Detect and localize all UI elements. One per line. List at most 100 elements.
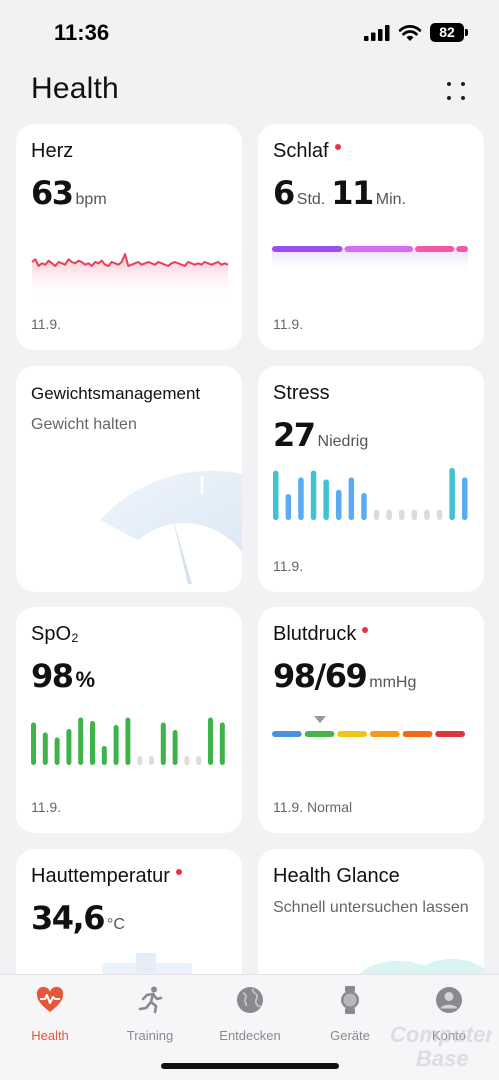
card-stress[interactable]: Stress 27 Niedrig 11.9.	[258, 366, 484, 592]
spo2-bar	[31, 722, 36, 765]
spo2-bar	[113, 725, 119, 765]
stress-bar-chart	[273, 468, 468, 520]
card-date: 11.9.	[273, 316, 304, 332]
stress-bar	[424, 509, 430, 520]
card-gewicht[interactable]: Gewichtsmanagement Gewicht halten	[16, 366, 242, 592]
bp-scale-segment	[370, 731, 400, 737]
card-date: 11.9.	[31, 799, 62, 815]
spo2-bar	[125, 717, 131, 765]
spo2-bar	[160, 722, 166, 765]
card-title: SpO₂	[31, 623, 79, 645]
card-health-glance[interactable]: Health Glance Schnell untersuchen lassen	[258, 849, 484, 989]
stress-bar	[436, 509, 443, 520]
stress-bar	[273, 470, 279, 520]
stress-bar	[298, 477, 304, 520]
spo2-bar	[184, 756, 190, 765]
sleep-segment	[344, 246, 414, 252]
minutes-number: 11	[331, 174, 374, 212]
value-number: 27	[273, 416, 316, 454]
value-unit: bpm	[75, 191, 107, 208]
nav-tab-geraete[interactable]: Geräte	[300, 985, 400, 1043]
nav-label: Health	[31, 1028, 69, 1043]
stress-bar	[336, 489, 342, 520]
stress-bar	[373, 509, 380, 520]
card-blutdruck[interactable]: Blutdruck 98/69 mmHg 11.9. Normal	[258, 607, 484, 833]
bp-scale-segment	[402, 731, 433, 737]
new-indicator-dot	[175, 868, 182, 875]
sleep-phase-chart	[272, 246, 468, 274]
heart-rate-value: 63 bpm	[31, 174, 113, 212]
sleep-duration-value: 6 Std. 11 Min.	[273, 174, 412, 212]
nav-label: Entdecken	[219, 1028, 281, 1043]
battery-tip	[465, 29, 468, 36]
card-schlaf[interactable]: Schlaf 6 Std. 11 Min. 11.9.	[258, 124, 484, 350]
nav-label: Training	[126, 1028, 174, 1043]
spo2-bar	[149, 756, 154, 765]
title-text: Schlaf	[273, 140, 329, 162]
stress-bar	[386, 509, 392, 520]
value-number: 63	[31, 174, 74, 212]
cellular-signal-icon	[364, 25, 390, 41]
spo2-bar	[196, 756, 202, 765]
stress-bar	[285, 494, 292, 520]
sleep-segment	[456, 246, 468, 252]
watch-icon	[341, 986, 359, 1014]
card-spo2[interactable]: SpO₂ 98% 11.9.	[16, 607, 242, 833]
card-hauttemperatur[interactable]: Hauttemperatur 34,6 °C	[16, 849, 242, 989]
card-title: Gewichtsmanagement	[31, 384, 201, 403]
status-text: Normal	[307, 799, 353, 815]
blood-pressure-value: 98/69 mmHg	[273, 657, 422, 695]
title-text: Hauttemperatur	[31, 865, 170, 887]
blood-pressure-scale	[272, 716, 465, 737]
spo2-bar	[137, 756, 143, 765]
weight-gauge-graphic	[100, 470, 242, 584]
battery-level: 82	[439, 24, 455, 40]
card-herz[interactable]: Herz 63 bpm 11.9.	[16, 124, 242, 350]
nav-tab-health[interactable]: Health	[0, 985, 100, 1043]
skin-temp-value: 34,6 °C	[31, 899, 131, 937]
stress-bar	[348, 477, 355, 520]
watermark-line-2: Base	[416, 1046, 469, 1071]
spo2-bar	[172, 730, 178, 765]
card-date: 11.9.	[273, 558, 304, 574]
card-title: Herz	[31, 140, 74, 162]
person-icon	[436, 987, 462, 1013]
heart-pulse-icon	[36, 986, 64, 1012]
nav-tab-entdecken[interactable]: Entdecken	[200, 985, 300, 1043]
date-text: 11.9.	[273, 799, 304, 815]
stress-bar	[449, 468, 455, 520]
bp-scale-segment	[337, 731, 367, 737]
card-date-status: 11.9. Normal	[273, 799, 352, 815]
grid-dots-icon[interactable]	[443, 78, 471, 104]
running-person-icon	[138, 986, 163, 1014]
sleep-segment	[272, 246, 343, 252]
bp-scale-segment	[304, 731, 335, 737]
home-indicator	[161, 1063, 339, 1069]
stress-bar	[323, 479, 329, 520]
spo2-bar	[208, 717, 213, 765]
globe-icon	[237, 987, 263, 1013]
card-title: Hauttemperatur	[31, 865, 182, 888]
spo2-bar	[42, 732, 48, 765]
watermark-line-1: Computer	[390, 1022, 492, 1047]
battery-icon: 82	[430, 23, 464, 42]
spo2-bar	[54, 737, 60, 765]
card-subtitle: Schnell untersuchen lassen	[273, 899, 469, 916]
heart-rate-chart	[31, 253, 229, 300]
card-title: Stress	[273, 382, 330, 404]
nav-label: Geräte	[330, 1028, 370, 1043]
stress-value: 27 Niedrig	[273, 416, 374, 454]
hours-number: 6	[273, 174, 295, 212]
stress-bar	[310, 470, 317, 520]
card-date: 11.9.	[31, 316, 62, 332]
status-time: 11:36	[54, 20, 110, 45]
new-indicator-dot	[362, 626, 369, 633]
stress-bar	[462, 477, 468, 520]
card-title: Schlaf	[273, 140, 341, 163]
nav-tab-training[interactable]: Training	[100, 985, 200, 1043]
page-title: Health	[31, 72, 119, 105]
stress-bar	[411, 509, 418, 520]
bp-scale-segment	[272, 731, 302, 737]
spo2-value: 98%	[31, 657, 101, 695]
wifi-icon	[398, 25, 422, 41]
